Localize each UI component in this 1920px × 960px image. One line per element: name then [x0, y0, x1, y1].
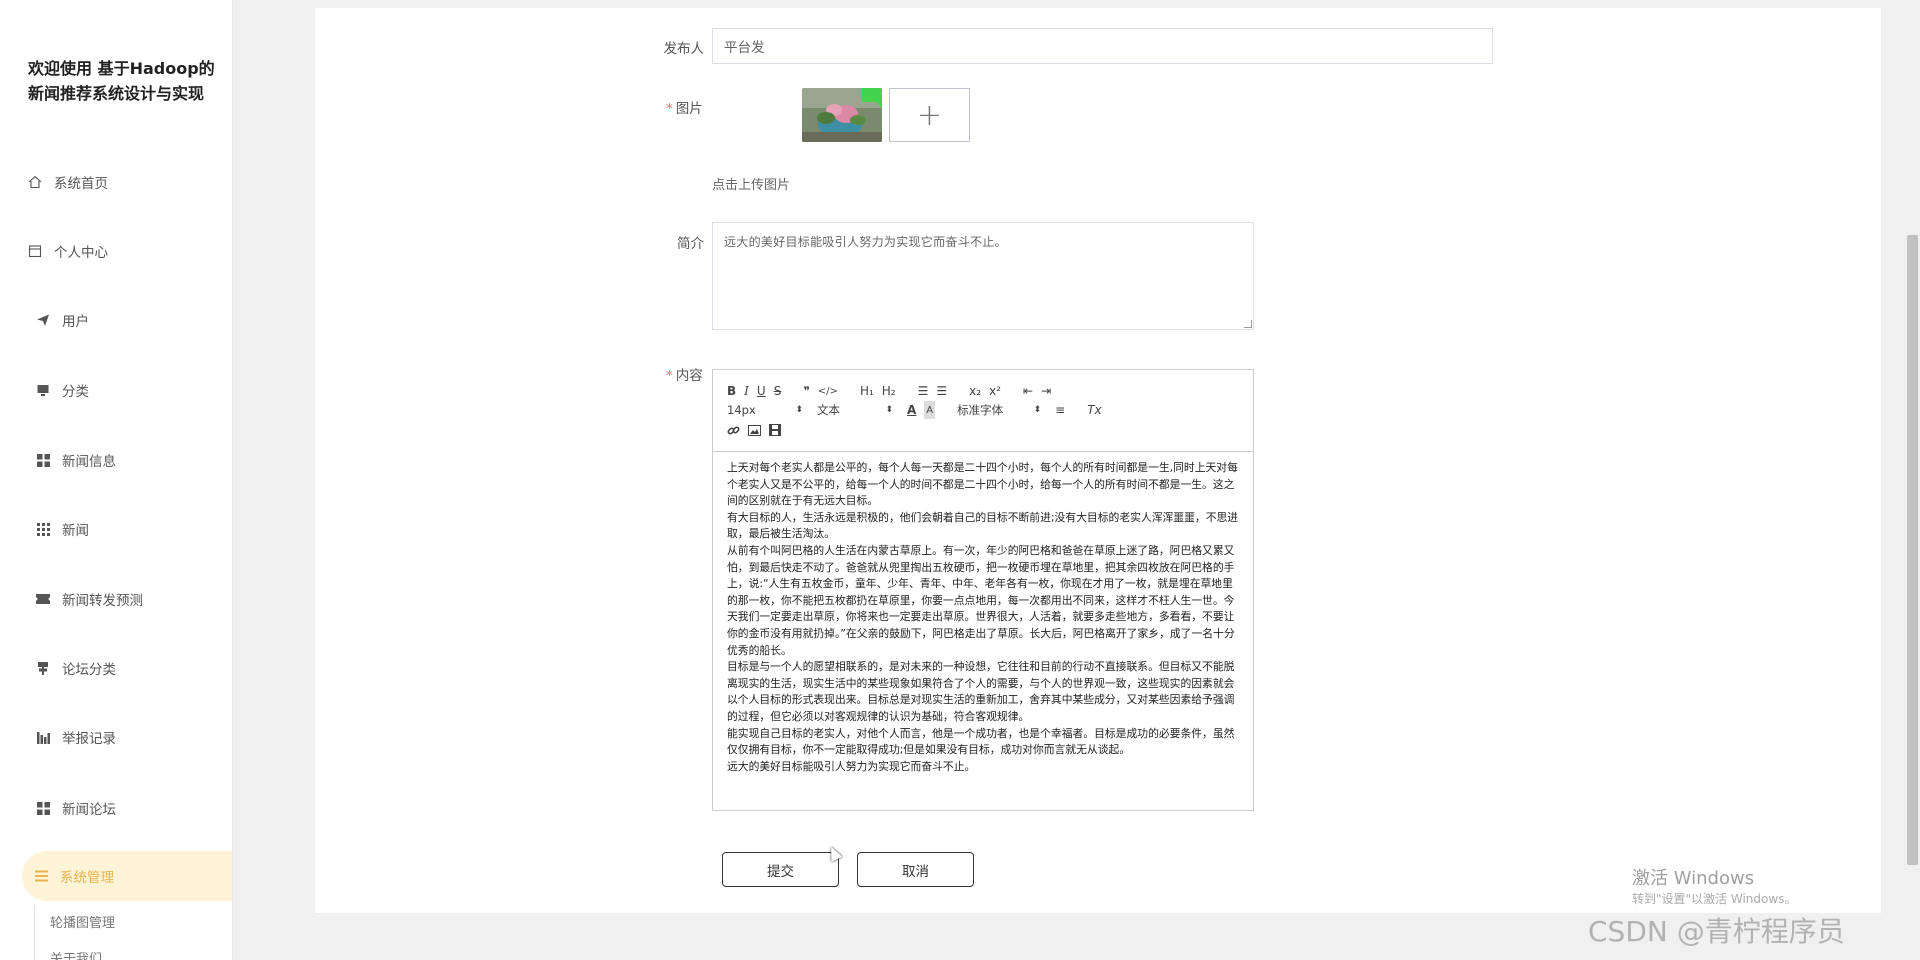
sidebar-item-news-info[interactable]: 新闻信息 — [34, 438, 232, 482]
underline-button[interactable]: U — [757, 382, 766, 400]
font-size-select[interactable]: 14px ⬍ — [727, 401, 803, 419]
sidebar-item-label: 个人中心 — [54, 245, 108, 261]
submit-button[interactable]: 提交 — [722, 852, 839, 887]
upload-hint: 点击上传图片 — [712, 178, 791, 193]
editor-content[interactable]: 上天对每个老实人都是公平的，每个人每一天都是二十四个小时，每个人的所有时间都是一… — [713, 454, 1253, 775]
content-paragraph: 远大的美好目标能吸引人努力为实现它而奋斗不止。 — [727, 759, 976, 773]
outdent-button[interactable]: ⇤ — [1023, 382, 1033, 400]
intro-text: 远大的美好目标能吸引人努力为实现它而奋斗不止。 — [724, 235, 1007, 249]
sidebar-item-forward-prediction[interactable]: 新闻转发预测 — [34, 577, 232, 621]
list-icon — [32, 867, 50, 885]
header-select[interactable]: 文本 ⬍ — [817, 401, 893, 419]
app-title: 欢迎使用 基于Hadoop的新闻推荐系统设计与实现 — [28, 59, 215, 103]
superscript-button[interactable]: x² — [989, 382, 1001, 400]
bullet-list-button[interactable]: ☰ — [936, 382, 947, 400]
grid-icon — [34, 799, 52, 817]
home-icon — [26, 173, 44, 191]
publisher-label: 发布人 — [663, 41, 705, 57]
signpost-icon — [34, 659, 52, 677]
content-paragraph: 上天对每个老实人都是公平的，每个人每一天都是二十四个小时，每个人的所有时间都是一… — [727, 461, 1238, 508]
sidebar-item-news[interactable]: 新闻 — [34, 507, 232, 551]
dots-grid-icon — [34, 520, 52, 538]
monitor-icon — [34, 381, 52, 399]
link-icon[interactable] — [727, 421, 740, 439]
ticket-icon — [34, 590, 52, 608]
strike-button[interactable]: S — [774, 382, 782, 400]
sidebar-subitem-carousel[interactable]: 轮播图管理 — [50, 912, 115, 931]
subscript-button[interactable]: x₂ — [969, 382, 981, 400]
sidebar-item-report-records[interactable]: 举报记录 — [34, 715, 232, 759]
publisher-input[interactable]: 平台发 — [712, 28, 1493, 64]
toolbar-row-3 — [727, 421, 789, 439]
sidebar-item-label: 用户 — [62, 314, 89, 330]
sidebar-item-forum-category[interactable]: 论坛分类 — [34, 646, 232, 690]
sidebar-item-label: 新闻 — [62, 523, 89, 539]
toolbar-row-2: 14px ⬍ 文本 ⬍ A A 标准字体 ⬍ ≡ Tx — [727, 401, 1110, 419]
h1-button[interactable]: H₁ — [860, 382, 874, 400]
image-icon[interactable] — [748, 421, 761, 439]
sidebar-item-personal-center[interactable]: 个人中心 — [26, 229, 232, 273]
sidebar-item-label: 新闻论坛 — [62, 802, 116, 818]
scrollbar-thumb[interactable] — [1907, 235, 1918, 865]
sidebar-item-users[interactable]: 用户 — [34, 298, 232, 342]
grid-icon — [34, 451, 52, 469]
sidebar-item-news-forum[interactable]: 新闻论坛 — [34, 786, 232, 830]
select-arrow-icon: ⬍ — [795, 405, 803, 415]
bold-button[interactable]: B — [727, 382, 736, 400]
upload-image-button[interactable]: + — [889, 88, 970, 142]
blockquote-button[interactable]: ❞ — [803, 382, 809, 400]
h2-button[interactable]: H₂ — [882, 382, 896, 400]
sidebar-item-label: 系统首页 — [54, 176, 108, 192]
content-paragraph: 能实现自己目标的老实人，对他个人而言，他是一个成功者，也是个幸福者。目标是成功的… — [727, 726, 1235, 757]
sidebar-item-label: 新闻转发预测 — [62, 593, 143, 609]
clean-format-button[interactable]: Tx — [1087, 401, 1101, 419]
ordered-list-button[interactable]: ☰ — [918, 382, 929, 400]
intro-textarea[interactable]: 远大的美好目标能吸引人努力为实现它而奋斗不止。 — [712, 222, 1254, 330]
sidebar-item-label: 分类 — [62, 384, 89, 400]
content-label: * 内容 — [666, 368, 703, 384]
select-arrow-icon: ⬍ — [1033, 405, 1042, 415]
sidebar-item-label: 新闻信息 — [62, 454, 116, 470]
sidebar-item-label: 论坛分类 — [62, 662, 116, 678]
code-block-button[interactable]: </> — [818, 382, 838, 400]
sidebar-item-category[interactable]: 分类 — [34, 368, 232, 412]
align-button[interactable]: ≡ — [1055, 401, 1065, 419]
select-arrow-icon: ⬍ — [885, 405, 893, 415]
italic-button[interactable]: I — [744, 382, 749, 400]
bar-chart-icon — [34, 728, 52, 746]
resize-handle[interactable] — [1244, 320, 1252, 328]
cancel-button[interactable]: 取消 — [857, 852, 974, 887]
send-icon — [34, 311, 52, 329]
csdn-watermark: CSDN @青柠程序员 — [1588, 915, 1845, 948]
sidebar: 欢迎使用 基于Hadoop的新闻推荐系统设计与实现 系统首页 个人中心 用户 分… — [0, 0, 233, 960]
calendar-icon — [26, 242, 44, 260]
sidebar-item-label: 系统管理 — [60, 870, 114, 886]
content-paragraph: 从前有个叫阿巴格的人生活在内蒙古草原上。有一次，年少的阿巴格和爸爸在草原上迷了路… — [727, 543, 1235, 657]
windows-activation-subtext: 转到"设置"以激活 Windows。 — [1632, 892, 1797, 906]
sidebar-item-label: 举报记录 — [62, 731, 116, 747]
sidebar-item-home[interactable]: 系统首页 — [26, 160, 232, 204]
rich-text-editor: B I U S ❞ </> H₁ H₂ ☰ ☰ x₂ x² ⇤ ⇥ 14px ⬍ … — [712, 369, 1254, 811]
sidebar-item-system-management[interactable]: 系统管理 — [22, 851, 232, 901]
font-family-select[interactable]: 标准字体 ⬍ — [957, 401, 1041, 419]
image-label: * 图片 — [666, 101, 703, 117]
uploaded-image-thumbnail[interactable] — [802, 88, 882, 142]
submenu-line — [34, 905, 35, 960]
content-paragraph: 有大目标的人，生活永远是积极的，他们会朝着自己的目标不断前进;没有大目标的老实人… — [727, 510, 1239, 541]
background-color-button[interactable]: A — [924, 401, 936, 419]
video-icon[interactable] — [769, 421, 781, 439]
editor-toolbar: B I U S ❞ </> H₁ H₂ ☰ ☰ x₂ x² ⇤ ⇥ 14px ⬍ … — [713, 370, 1253, 452]
content-paragraph: 目标是与一个人的愿望相联系的，是对未来的一种设想，它往往和目前的行动不直接联系。… — [727, 660, 1235, 723]
toolbar-row-1: B I U S ❞ </> H₁ H₂ ☰ ☰ x₂ x² ⇤ ⇥ — [727, 382, 1059, 400]
intro-label: 简介 — [677, 236, 704, 252]
font-color-button[interactable]: A — [907, 401, 916, 419]
indent-button[interactable]: ⇥ — [1041, 382, 1051, 400]
top-background — [233, 0, 1905, 8]
sidebar-subitem-about[interactable]: 关于我们 — [50, 948, 102, 960]
windows-activation-watermark: 激活 Windows — [1632, 868, 1755, 889]
